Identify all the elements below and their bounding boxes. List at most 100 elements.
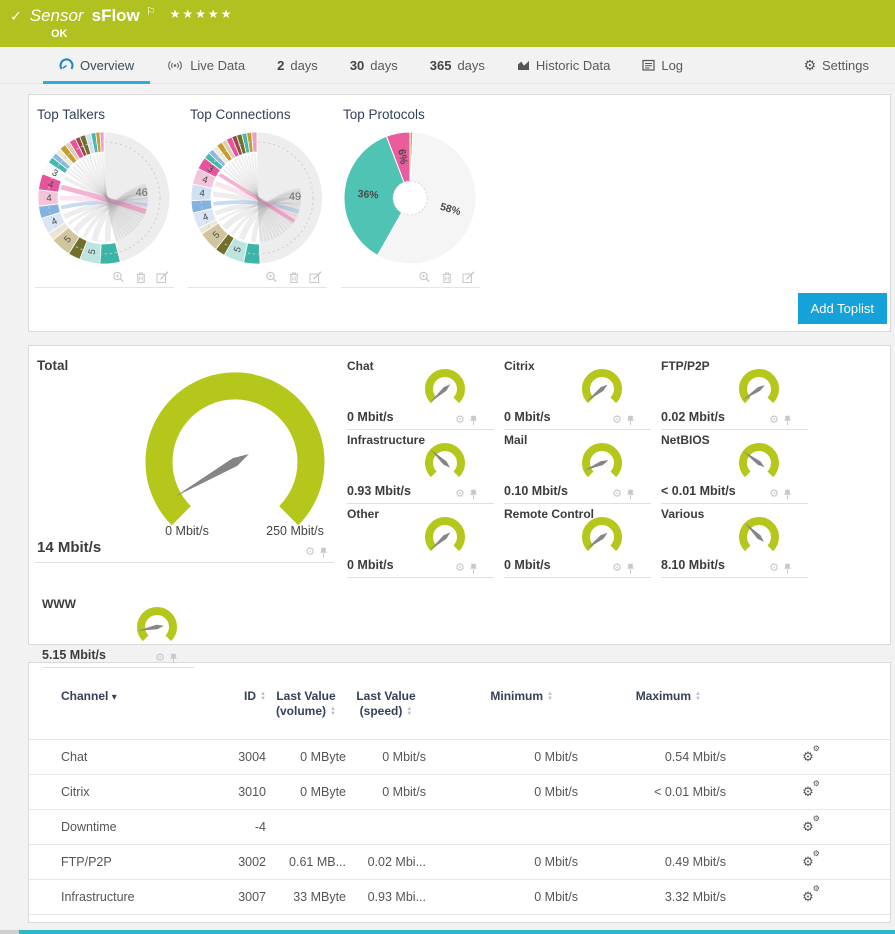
gear-icon[interactable]: ⚙ (455, 415, 465, 426)
cell-last-value-speed: 0.93 Mbi... (346, 880, 426, 915)
gauge-value: 0.02 Mbit/s (661, 410, 725, 424)
tab-overview[interactable]: Overview (43, 47, 150, 83)
top-connections-chart[interactable]: 49554443 (188, 128, 327, 268)
tab-2-days[interactable]: 2 days (261, 47, 334, 83)
tab-365-days[interactable]: 365 days (414, 47, 501, 83)
toplist-title: Top Protocols (343, 107, 480, 122)
pin-icon[interactable] (319, 547, 328, 558)
gauges-panel: Total 0 Mbit/s 250 Mbit/s 14 Mbit/s ⚙ Ch… (28, 345, 891, 645)
zoom-icon[interactable] (265, 271, 279, 284)
col-header-maximum[interactable]: Maximum▲▼ (578, 689, 726, 740)
gear-icon[interactable]: ⚙ (155, 653, 165, 664)
gauge-value: < 0.01 Mbit/s (661, 484, 736, 498)
gear-icon[interactable]: ⚙ (612, 563, 622, 574)
gear-icon[interactable]: ⚙ (769, 415, 779, 426)
log-icon (642, 59, 655, 71)
edit-icon[interactable] (462, 271, 476, 284)
toplists-panel: Top Talkers 46554443 Top Connections 495… (28, 94, 891, 332)
channel-settings-icon[interactable]: ⚙⚙ (802, 784, 814, 800)
channel-settings-icon[interactable]: ⚙⚙ (802, 854, 814, 870)
tab-historic-data[interactable]: Historic Data (501, 47, 626, 83)
delete-icon[interactable] (135, 271, 147, 284)
col-header-minimum[interactable]: Minimum▲▼ (426, 689, 578, 740)
zoom-icon[interactable] (112, 271, 126, 284)
pin-icon[interactable] (469, 489, 478, 500)
edit-icon[interactable] (156, 271, 170, 284)
top-protocols-chart[interactable]: 58%36%6% (341, 128, 480, 268)
flag-icon[interactable]: ⚐ (146, 2, 156, 22)
col-header-channel[interactable]: Channel ▾ (29, 689, 219, 740)
gauge-cell-chat: Chat0 Mbit/s⚙ (347, 356, 494, 430)
tab-settings[interactable]: ⚙ Settings (787, 47, 885, 83)
channel-settings-icon[interactable]: ⚙⚙ (802, 889, 814, 905)
cell-channel[interactable]: FTP/P2P (29, 845, 219, 880)
pin-icon[interactable] (626, 563, 635, 574)
col-header-last-value-volume[interactable]: Last Value(volume)▲▼ (266, 689, 346, 740)
gauge-chart (730, 512, 788, 560)
gauge-chart (128, 602, 186, 650)
pin-icon[interactable] (783, 563, 792, 574)
table-row-infrastructure: Infrastructure300733 MByte0.93 Mbi...0 M… (29, 880, 890, 915)
gear-icon[interactable]: ⚙ (305, 547, 315, 558)
chart-icon (517, 59, 530, 71)
pin-icon[interactable] (626, 489, 635, 500)
cell-id: 3007 (219, 880, 266, 915)
priority-stars[interactable]: ★★★★★ (170, 4, 234, 24)
cell-channel[interactable]: Infrastructure (29, 880, 219, 915)
cell-actions: ⚙⚙ (726, 880, 890, 915)
toplist-title: Top Talkers (37, 107, 174, 122)
gear-icon[interactable]: ⚙ (455, 489, 465, 500)
edit-icon[interactable] (309, 271, 323, 284)
channel-settings-icon[interactable]: ⚙⚙ (802, 749, 814, 765)
tab-30-days[interactable]: 30 days (334, 47, 414, 83)
gauge-value: 5.15 Mbit/s (42, 648, 106, 662)
delete-icon[interactable] (441, 271, 453, 284)
pin-icon[interactable] (169, 653, 178, 664)
pin-icon[interactable] (626, 415, 635, 426)
gauge-value: 8.10 Mbit/s (661, 558, 725, 572)
bottom-accent-bar (0, 930, 895, 934)
toplist-title: Top Connections (190, 107, 327, 122)
delete-icon[interactable] (288, 271, 300, 284)
cell-channel[interactable]: Chat (29, 740, 219, 775)
gear-icon[interactable]: ⚙ (769, 563, 779, 574)
gear-icon[interactable]: ⚙ (455, 563, 465, 574)
gauge-cell-infrastructure: Infrastructure0.93 Mbit/s⚙ (347, 430, 494, 504)
svg-text:36%: 36% (357, 188, 380, 202)
add-toplist-button[interactable]: Add Toplist (798, 293, 887, 324)
total-gauge-chart: 0 Mbit/s 250 Mbit/s (35, 368, 334, 540)
pin-icon[interactable] (469, 415, 478, 426)
tab-log[interactable]: Log (626, 47, 699, 83)
cell-channel[interactable]: Downtime (29, 810, 219, 845)
cell-maximum: 0.54 Mbit/s (578, 740, 726, 775)
gear-icon[interactable]: ⚙ (769, 489, 779, 500)
gauge-cell-ftp-p2p: FTP/P2P0.02 Mbit/s⚙ (661, 356, 808, 430)
cell-id: -4 (219, 810, 266, 845)
cell-channel[interactable]: Citrix (29, 775, 219, 810)
zoom-icon[interactable] (418, 271, 432, 284)
cell-last-value-volume: 0.61 MB... (266, 845, 346, 880)
gauge-chart (573, 512, 631, 560)
col-header-id[interactable]: ID▲▼ (219, 689, 266, 740)
sort-arrows-icon: ▲▼ (406, 707, 412, 717)
sort-caret-icon: ▾ (112, 692, 117, 703)
gear-icon[interactable]: ⚙ (612, 489, 622, 500)
pin-icon[interactable] (469, 563, 478, 574)
cell-maximum: 3.32 Mbit/s (578, 880, 726, 915)
col-header-last-value-speed[interactable]: Last Value(speed)▲▼ (346, 689, 426, 740)
gauge-cell-citrix: Citrix0 Mbit/s⚙ (504, 356, 651, 430)
cell-maximum (578, 810, 726, 845)
cell-last-value-volume: 33 MByte (266, 880, 346, 915)
cell-actions: ⚙⚙ (726, 740, 890, 775)
pin-icon[interactable] (783, 489, 792, 500)
top-talkers-chart[interactable]: 46554443 (35, 128, 174, 268)
gear-icon[interactable]: ⚙ (612, 415, 622, 426)
tab-live-data[interactable]: Live Data (150, 47, 261, 83)
gauge-cell-mail: Mail0.10 Mbit/s⚙ (504, 430, 651, 504)
cell-id: 3010 (219, 775, 266, 810)
pin-icon[interactable] (783, 415, 792, 426)
gauge-chart (730, 438, 788, 486)
channel-settings-icon[interactable]: ⚙⚙ (802, 819, 814, 835)
status-badge: OK (51, 28, 885, 40)
gauge-chart (730, 364, 788, 412)
